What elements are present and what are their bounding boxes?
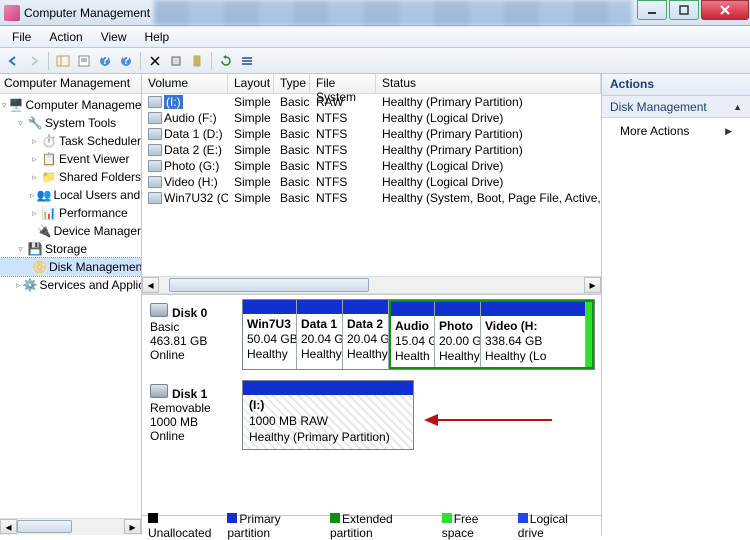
actions-section[interactable]: Disk Management▲ — [602, 96, 750, 118]
show-hide-tree-button[interactable] — [54, 52, 72, 70]
drive-icon — [148, 112, 162, 124]
tree-shared-folders[interactable]: ▹📁Shared Folders — [0, 168, 141, 186]
volume-row[interactable]: Photo (G:)SimpleBasicNTFSHealthy (Logica… — [142, 158, 601, 174]
drive-icon — [148, 96, 162, 108]
col-status[interactable]: Status — [376, 74, 601, 93]
col-type[interactable]: Type — [274, 74, 310, 93]
disk-icon — [150, 303, 168, 317]
toolbar: ? ? — [0, 48, 750, 74]
disk-icon — [150, 384, 168, 398]
svg-text:?: ? — [122, 55, 129, 67]
legend: Unallocated Primary partition Extended p… — [142, 515, 601, 535]
partition-audio[interactable]: Audio15.04 GHealth — [391, 302, 435, 367]
tree-disk-management[interactable]: 📀Disk Management — [0, 258, 141, 276]
tree-device-manager[interactable]: 🔌Device Manager — [0, 222, 141, 240]
annotation-arrow-icon — [422, 410, 562, 430]
tree-system-tools[interactable]: ▿🔧System Tools — [0, 114, 141, 132]
disk-map: Disk 0 Basic 463.81 GB Online Win7U350.0… — [142, 294, 601, 515]
volume-list-header: Volume Layout Type File System Status — [142, 74, 601, 94]
volume-row[interactable]: Data 2 (E:)SimpleBasicNTFSHealthy (Prima… — [142, 142, 601, 158]
menu-help[interactable]: Help — [137, 28, 178, 46]
properties-button[interactable] — [75, 52, 93, 70]
tree-performance[interactable]: ▹📊Performance — [0, 204, 141, 222]
partition-photo[interactable]: Photo20.00 GHealthy — [435, 302, 481, 367]
help-button[interactable]: ? — [96, 52, 114, 70]
drive-icon — [148, 160, 162, 172]
tree-storage[interactable]: ▿💾Storage — [0, 240, 141, 258]
menu-view[interactable]: View — [93, 28, 135, 46]
disk-1[interactable]: Disk 1 Removable 1000 MB Online (I:)1000… — [148, 380, 595, 450]
minimize-button[interactable] — [637, 0, 667, 20]
volume-scrollbar[interactable]: ◂▸ — [142, 276, 601, 294]
content-pane: Volume Layout Type File System Status (I… — [142, 74, 602, 535]
window-title-text: Computer Management — [24, 6, 150, 20]
window-titlebar: Computer Management — [0, 0, 750, 26]
help2-button[interactable]: ? — [117, 52, 135, 70]
close-button[interactable] — [701, 0, 749, 20]
tree-local-users[interactable]: ▹👥Local Users and Gro — [0, 186, 141, 204]
col-layout[interactable]: Layout — [228, 74, 274, 93]
volume-row[interactable]: Audio (F:)SimpleBasicNTFSHealthy (Logica… — [142, 110, 601, 126]
disk-0[interactable]: Disk 0 Basic 463.81 GB Online Win7U350.0… — [148, 299, 595, 370]
svg-text:?: ? — [101, 55, 108, 67]
tree-task-scheduler[interactable]: ▹⏱️Task Scheduler — [0, 132, 141, 150]
menu-action[interactable]: Action — [41, 28, 90, 46]
forward-button[interactable] — [25, 52, 43, 70]
extended-partition: Audio15.04 GHealth Photo20.00 GHealthy V… — [389, 300, 594, 369]
tree-event-viewer[interactable]: ▹📋Event Viewer — [0, 150, 141, 168]
drive-icon — [148, 176, 162, 188]
disk-0-info: Disk 0 Basic 463.81 GB Online — [148, 299, 236, 370]
chevron-right-icon: ▶ — [725, 126, 732, 137]
settings-button[interactable] — [167, 52, 185, 70]
tree-services[interactable]: ▹⚙️Services and Applicati — [0, 276, 141, 294]
refresh-icon[interactable] — [217, 52, 235, 70]
delete-icon[interactable] — [146, 52, 164, 70]
partition-data1[interactable]: Data 120.04 GHealthy — [297, 300, 343, 369]
actions-pane: Actions Disk Management▲ More Actions▶ — [602, 74, 750, 535]
disk-1-info: Disk 1 Removable 1000 MB Online — [148, 380, 236, 450]
maximize-button[interactable] — [669, 0, 699, 20]
list-icon[interactable] — [238, 52, 256, 70]
drive-icon — [148, 144, 162, 156]
tree-header[interactable]: Computer Management — [0, 74, 141, 94]
volume-list: (I:)SimpleBasicRAWHealthy (Primary Parti… — [142, 94, 601, 206]
tree-root[interactable]: ▿🖥️Computer Management — [0, 96, 141, 114]
volume-row[interactable]: Data 1 (D:)SimpleBasicNTFSHealthy (Prima… — [142, 126, 601, 142]
app-icon — [4, 5, 20, 21]
partition-video[interactable]: Video (H:338.64 GBHealthy (Lo — [481, 302, 586, 367]
more-actions[interactable]: More Actions▶ — [602, 118, 750, 144]
chevron-up-icon: ▲ — [733, 102, 742, 112]
drive-icon — [148, 128, 162, 140]
actions-header: Actions — [602, 74, 750, 96]
menu-file[interactable]: File — [4, 28, 39, 46]
navigation-tree: Computer Management ▿🖥️Computer Manageme… — [0, 74, 142, 535]
back-button[interactable] — [4, 52, 22, 70]
titlebar-glass — [154, 0, 632, 25]
free-space-sliver[interactable] — [586, 302, 592, 367]
partition-win7[interactable]: Win7U350.04 GBHealthy — [243, 300, 297, 369]
partition-data2[interactable]: Data 220.04 GHealthy — [343, 300, 389, 369]
partition-i[interactable]: (I:)1000 MB RAWHealthy (Primary Partitio… — [242, 380, 414, 450]
menu-bar: File Action View Help — [0, 26, 750, 48]
drive-icon — [148, 192, 162, 204]
volume-row[interactable]: Win7U32 (C:)SimpleBasicNTFSHealthy (Syst… — [142, 190, 601, 206]
volume-row[interactable]: (I:)SimpleBasicRAWHealthy (Primary Parti… — [142, 94, 601, 110]
col-volume[interactable]: Volume — [142, 74, 228, 93]
tool-icon[interactable] — [188, 52, 206, 70]
volume-row[interactable]: Video (H:)SimpleBasicNTFSHealthy (Logica… — [142, 174, 601, 190]
window-title: Computer Management — [0, 5, 150, 21]
tree-scrollbar[interactable]: ◂▸ — [0, 518, 141, 535]
col-fs[interactable]: File System — [310, 74, 376, 93]
